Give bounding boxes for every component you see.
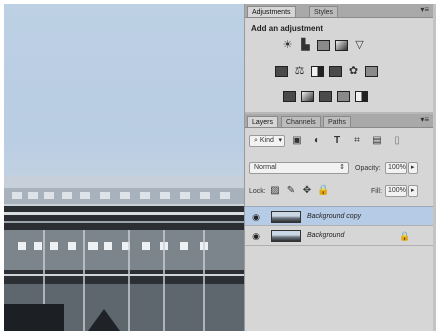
lock-transparent-pixels-icon[interactable]: ▨ [269,185,281,197]
layer-name: Background [307,232,345,239]
add-adjustment-heading: Add an adjustment [251,24,324,33]
filter-smart-object-icon[interactable]: ▤ [371,135,383,147]
selective-color-icon[interactable] [355,91,368,102]
filter-shape-icon[interactable]: ⌗ [351,135,363,147]
filter-search-icon: ⌕ [254,137,258,144]
tab-styles[interactable]: Styles [309,6,339,17]
layer-name: Background copy [307,213,362,220]
blend-mode-value: Normal [254,164,277,171]
blend-chevron-icon: ⇕ [339,164,345,171]
posterize-icon[interactable] [301,91,314,102]
filter-toggle-icon[interactable]: ▯ [391,135,403,147]
filter-type-icon[interactable]: T [331,135,343,147]
layer-row-background-copy[interactable]: ◉ Background copy [245,206,433,226]
layer-lock-icon: 🔒 [399,231,411,241]
layer-thumbnail [271,230,301,242]
black-white-icon[interactable] [311,66,324,77]
lock-image-pixels-icon[interactable]: ✎ [285,185,297,197]
opacity-dropdown-icon[interactable]: ▸ [408,162,418,174]
fill-input[interactable]: 100% [385,185,407,197]
tab-channels[interactable]: Channels [281,116,321,127]
layer-filter-kind-select[interactable]: ⌕ Kind ▾ [249,135,285,147]
lock-all-icon[interactable]: 🔒 [317,185,329,197]
curves-icon[interactable] [317,40,330,51]
visibility-eye-icon[interactable]: ◉ [251,212,261,222]
color-balance-icon[interactable]: ⚖ [293,66,306,77]
visibility-eye-icon[interactable]: ◉ [251,231,261,241]
adjustments-tab-bar: Adjustments Styles ▾≡ [245,4,433,18]
exposure-icon[interactable] [335,40,348,51]
filter-pixel-icon[interactable]: ▣ [291,135,303,147]
fill-label: Fill: [371,188,382,195]
lock-label: Lock: [249,188,266,195]
blend-mode-select[interactable]: Normal ⇕ [249,162,349,174]
threshold-icon[interactable] [319,91,332,102]
opacity-label: Opacity: [355,165,381,172]
panels-dock: Adjustments Styles ▾≡ Add an adjustment … [244,4,436,331]
color-lookup-icon[interactable] [365,66,378,77]
tab-paths[interactable]: Paths [323,116,351,127]
panel-menu-icon[interactable]: ▾≡ [420,5,429,14]
tab-adjustments[interactable]: Adjustments [247,6,296,17]
layers-tab-bar: Layers Channels Paths ▾≡ [245,114,433,128]
invert-icon[interactable] [283,91,296,102]
vibrance-icon[interactable]: ▽ [353,40,366,51]
hue-saturation-icon[interactable] [275,66,288,77]
filter-kind-label: Kind [259,137,274,144]
opacity-input[interactable]: 100% [385,162,407,174]
document-canvas[interactable] [4,4,244,331]
layer-row-background[interactable]: ◉ Background 🔒 [245,226,433,246]
channel-mixer-icon[interactable]: ✿ [347,66,360,77]
filter-adjustment-icon[interactable]: ◐ [311,135,323,147]
brightness-contrast-icon[interactable]: ☀ [281,40,294,51]
gradient-map-icon[interactable] [337,91,350,102]
layers-panel-menu-icon[interactable]: ▾≡ [420,115,429,124]
layer-thumbnail [271,211,301,223]
fill-dropdown-icon[interactable]: ▸ [408,185,418,197]
photo-filter-icon[interactable] [329,66,342,77]
levels-icon[interactable]: ▙ [299,40,312,51]
tab-layers[interactable]: Layers [247,116,279,127]
building-photo [4,176,244,331]
chevron-down-icon: ▾ [278,137,282,144]
lock-position-icon[interactable]: ✥ [301,185,313,197]
